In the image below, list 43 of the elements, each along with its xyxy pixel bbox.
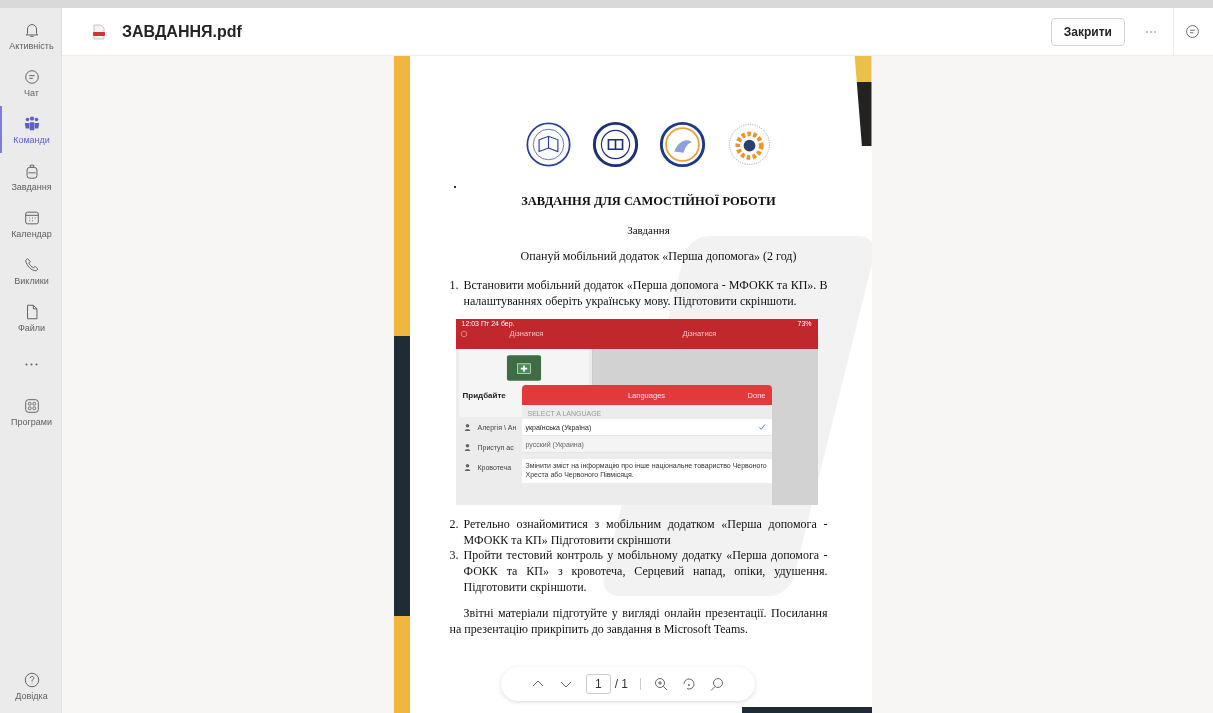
sidebar-item[interactable]: Команди xyxy=(0,106,61,153)
figure-icon xyxy=(462,462,472,472)
figure-icon xyxy=(462,442,472,452)
file-title: ЗАВДАННЯ.pdf xyxy=(122,22,242,41)
task-text: Пройти тестовий контроль у мобільному додатку «Перша допомога - ФОКК та КП» з кровотеча, Серцевий напад, опіки, удушення. Підготовити скріншоти. xyxy=(463,548,828,596)
page-total: / 1 xyxy=(614,677,628,691)
list-number: 3. xyxy=(449,548,460,565)
checkmark-icon xyxy=(757,423,766,432)
help-button[interactable]: Довідка xyxy=(0,662,61,709)
list-number: 1. xyxy=(449,278,460,294)
phone-icon xyxy=(22,255,41,274)
chat-icon[interactable] xyxy=(1184,23,1201,40)
list-number: 2. xyxy=(449,517,460,534)
sidebar-item[interactable]: Активність xyxy=(0,12,61,59)
sidebar-item[interactable]: Файли xyxy=(0,294,61,341)
document-heading: ЗАВДАННЯ ДЛЯ САМОСТІЙНОЇ РОБОТИ xyxy=(520,194,777,209)
search-icon[interactable] xyxy=(709,676,725,692)
emblem-drawing xyxy=(591,121,639,168)
page-number-field[interactable]: 1 xyxy=(586,674,611,694)
emblem-drawing xyxy=(658,121,706,168)
document-subheading: Завдання xyxy=(626,224,671,236)
sidebar-item[interactable]: Календар xyxy=(0,200,61,247)
task-text: Встановити мобільний додаток «Перша допомога - МФОКК та КП». В налаштуваннях оберіть українську мову. Підготовити скріншоти. xyxy=(463,278,828,310)
rotate-icon[interactable] xyxy=(681,676,697,692)
apps-icon xyxy=(22,396,41,415)
sidebar-item[interactable]: Виклики xyxy=(0,247,61,294)
settings-icon xyxy=(459,329,468,338)
close-button[interactable]: Закрити xyxy=(1050,17,1125,46)
task-text: Ретельно ознайомитися з мобільним додатком «Перша допомога - МФОКК та КП» Підготовити скріншоти xyxy=(463,517,828,549)
document-note: Звітні матеріали підготуйте у вигляді онлайн презентації. Посилання на презентацію прикріпить до завдання в Microsoft Teams. xyxy=(449,605,828,638)
sidebar-item[interactable]: Чат xyxy=(0,59,61,106)
emblem-drawing xyxy=(524,121,572,168)
pdf-file-icon xyxy=(92,23,106,40)
document-intro: Опануй мобільний додаток «Перша допомога» (2 год) xyxy=(519,249,798,264)
teams-icon xyxy=(22,114,41,133)
figure-icon xyxy=(462,422,472,432)
chat-icon xyxy=(22,67,41,86)
zoom-in-icon[interactable] xyxy=(653,676,669,692)
sidebar-item[interactable]: Програми xyxy=(0,388,61,435)
more-icon xyxy=(25,363,38,366)
sidebar-item[interactable]: Завдання xyxy=(0,153,61,200)
help-icon xyxy=(22,670,41,689)
card-title: Придбайте xyxy=(462,391,506,401)
